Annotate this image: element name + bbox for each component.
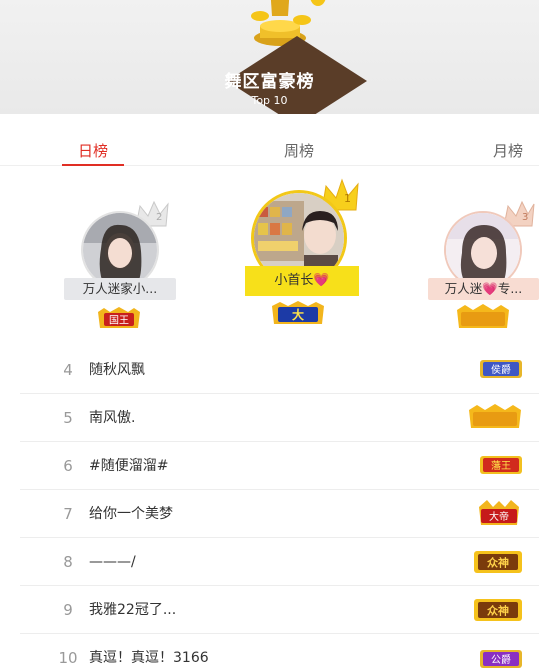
svg-text:大帝: 大帝 [489, 510, 509, 523]
svg-text:侯爵: 侯爵 [491, 363, 511, 376]
ranking-row[interactable]: 4 随秋风飘 侯爵 [20, 346, 539, 394]
ranking-row[interactable]: 9 我雅22冠了... 众神 [20, 586, 539, 634]
svg-text:众神: 众神 [487, 556, 509, 570]
user-name[interactable]: #随便溜溜# [89, 442, 168, 490]
podium-name-rank-3[interactable]: 万人迷💗专... [428, 278, 539, 300]
rank-badge-gold-bar [469, 404, 521, 428]
podium-name-rank-2[interactable]: 万人迷家小... [64, 278, 176, 300]
svg-text:国王: 国王 [109, 315, 129, 327]
user-name[interactable]: 给你一个美梦 [89, 490, 173, 538]
svg-text:公爵: 公爵 [491, 653, 511, 666]
user-name[interactable]: ———/ [89, 538, 136, 586]
svg-text:1: 1 [344, 192, 351, 205]
page-subtitle: Top 10 [251, 94, 288, 107]
rank-number: 9 [63, 601, 73, 619]
svg-text:大: 大 [292, 307, 304, 322]
page-title: 舞区富豪榜 [224, 72, 315, 92]
rank-badge-zhongshen: 众神 [474, 551, 522, 573]
rank-number: 5 [63, 409, 73, 427]
svg-text:2: 2 [156, 212, 162, 223]
rank-number: 8 [63, 553, 73, 571]
tab-monthly[interactable]: 月榜 [493, 140, 523, 161]
user-name[interactable]: 南风傲. [89, 394, 135, 442]
ranking-row[interactable]: 10 真逗！真逗！3166 公爵 [20, 634, 539, 670]
rank-number: 6 [63, 457, 73, 475]
tab-daily[interactable]: 日榜 [78, 140, 108, 161]
ranking-row[interactable]: 7 给你一个美梦 大帝 [20, 490, 539, 538]
rank-badge-da: 大 [272, 301, 324, 324]
active-tab-indicator [62, 164, 124, 166]
svg-text:3: 3 [522, 212, 528, 223]
ranking-row[interactable]: 5 南风傲. [20, 394, 539, 442]
svg-text:众神: 众神 [487, 604, 509, 618]
rank-number: 10 [58, 649, 78, 667]
user-name[interactable]: 我雅22冠了... [89, 586, 176, 634]
rank-badge-dadi: 大帝 [479, 500, 519, 525]
rank-badge-fanwang: 藩王 [480, 456, 522, 474]
rank-number: 4 [63, 361, 73, 379]
period-tabs: 日榜 周榜 月榜 [0, 122, 539, 166]
rank-badge-gold-bar [457, 304, 509, 328]
rank-badge-gongjue: 公爵 [480, 650, 522, 668]
tab-weekly[interactable]: 周榜 [284, 140, 314, 161]
podium-name-rank-1[interactable]: 小首长💗 [245, 266, 359, 296]
ranking-row[interactable]: 8 ———/ 众神 [20, 538, 539, 586]
rank-number: 7 [63, 505, 73, 523]
rank-badge-guowang: 国王 [98, 307, 140, 328]
ranking-row[interactable]: 6 #随便溜溜# 藩王 [20, 442, 539, 490]
svg-text:藩王: 藩王 [491, 460, 511, 472]
user-name[interactable]: 真逗！真逗！3166 [89, 634, 209, 670]
header-banner: 舞区富豪榜 Top 10 [0, 0, 539, 114]
rank-badge-zhongshen: 众神 [474, 599, 522, 621]
user-name[interactable]: 随秋风飘 [89, 346, 145, 394]
rank-badge-houjue: 侯爵 [480, 360, 522, 378]
